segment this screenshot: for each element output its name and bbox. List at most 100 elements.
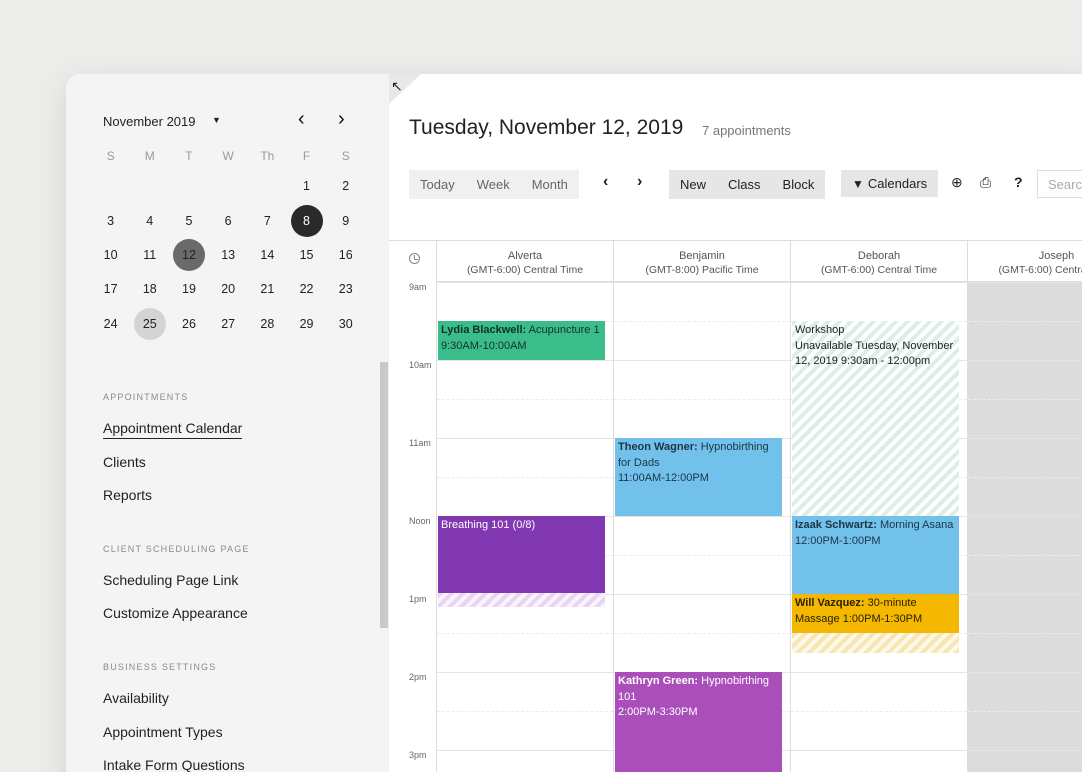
- hour-gridline: [968, 594, 1082, 595]
- month-view-button[interactable]: Month: [521, 170, 579, 199]
- week-view-button[interactable]: Week: [466, 170, 521, 199]
- today-button[interactable]: Today: [409, 170, 466, 199]
- calendar-day-number: 6: [224, 213, 232, 228]
- calendar-day[interactable]: 3: [91, 203, 130, 237]
- calendar-day[interactable]: 16: [326, 238, 365, 272]
- calendar-day-number: 14: [260, 247, 275, 262]
- staff-column-joseph[interactable]: Joseph (GMT-6:00) Central Time: [968, 241, 1082, 772]
- calendar-day-number: [212, 170, 244, 202]
- appointment-izaak-schwartz[interactable]: Izaak Schwartz: Morning Asana 12:00PM-1:…: [792, 516, 959, 594]
- calendar-day[interactable]: 20: [209, 272, 248, 306]
- calendar-day[interactable]: 4: [130, 203, 169, 237]
- calendar-day-number: 5: [185, 213, 193, 228]
- calendar-day[interactable]: 1: [287, 169, 326, 203]
- appointment-lydia-blackwell[interactable]: Lydia Blackwell: Acupuncture 1 9:30AM-10…: [438, 321, 605, 360]
- calendar-day[interactable]: 25: [130, 307, 169, 341]
- half-hour-gridline: [968, 399, 1082, 400]
- calendar-day[interactable]: 29: [287, 307, 326, 341]
- calendar-day-number: [173, 170, 205, 202]
- staff-column-alverta[interactable]: Alverta (GMT-6:00) Central Time Lydia Bl…: [437, 241, 614, 772]
- calendar-weeks: 1 2 3 4 5 6 7 8 9 10 11 12 13 14 15 16 17 18 19 20 21 22 23 24 2…: [91, 169, 366, 341]
- calendar-next-month[interactable]: ›: [338, 108, 345, 131]
- nav-scheduling-page-link[interactable]: Scheduling Page Link: [103, 572, 238, 588]
- calendar-day[interactable]: 12: [169, 238, 208, 272]
- calendar-month-label[interactable]: November 2019: [103, 114, 196, 129]
- zoom-in-icon[interactable]: ⊕: [951, 174, 963, 191]
- day-grid: 9am 10am 11am Noon 1pm 2pm 3pm Alverta (…: [389, 240, 1082, 772]
- calendar-day-number: 24: [103, 316, 118, 331]
- prev-day-button[interactable]: ‹: [603, 173, 608, 191]
- staff-name: Deborah: [857, 250, 901, 262]
- calendar-empty-day: [169, 169, 208, 203]
- event-client: Kathryn Green:: [618, 675, 699, 687]
- new-class-button[interactable]: Class: [717, 170, 772, 199]
- nav-clients[interactable]: Clients: [103, 454, 146, 470]
- nav-appointment-calendar[interactable]: Appointment Calendar: [103, 420, 243, 439]
- calendar-day[interactable]: 11: [130, 238, 169, 272]
- calendar-day[interactable]: 15: [287, 238, 326, 272]
- calendar-day[interactable]: 7: [248, 203, 287, 237]
- help-button[interactable]: ?: [1014, 174, 1023, 190]
- new-appointment-button[interactable]: New: [669, 170, 717, 199]
- staff-column-deborah[interactable]: Deborah (GMT-6:00) Central Time Workshop…: [791, 241, 968, 772]
- calendar-day[interactable]: 30: [326, 307, 365, 341]
- class-breathing-101[interactable]: Breathing 101 (0/8): [438, 516, 605, 593]
- nav-customize-appearance[interactable]: Customize Appearance: [103, 605, 248, 621]
- appointment-kathryn-green[interactable]: Kathryn Green: Hypnobirthing 101 2:00PM-…: [615, 672, 782, 772]
- calendar-day[interactable]: 28: [248, 307, 287, 341]
- staff-column-benjamin[interactable]: Benjamin (GMT-8:00) Pacific Time Theon W…: [614, 241, 791, 772]
- event-time: 9:30AM-10:00AM: [441, 339, 527, 352]
- calendar-prev-month[interactable]: ‹: [298, 108, 305, 131]
- calendar-day[interactable]: 17: [91, 272, 130, 306]
- print-icon[interactable]: ⎙: [980, 174, 991, 191]
- half-hour-gridline: [968, 321, 1082, 322]
- calendar-day[interactable]: 9: [326, 203, 365, 237]
- calendar-day[interactable]: 10: [91, 238, 130, 272]
- event-time: 1:00PM-1:30PM: [842, 612, 923, 625]
- event-title: Workshop: [795, 324, 845, 336]
- calendar-day-number: 4: [146, 213, 154, 228]
- appointment-will-vazquez[interactable]: Will Vazquez: 30-minute Massage 1:00PM-1…: [792, 594, 959, 633]
- calendar-day[interactable]: 2: [326, 169, 365, 203]
- section-heading-business-settings: BUSINESS SETTINGS: [103, 662, 217, 672]
- staff-timezone: (GMT-6:00) Central Time: [998, 264, 1082, 276]
- week-row: 17 18 19 20 21 22 23: [91, 272, 366, 306]
- weekday-row: S M T W Th F S: [91, 149, 366, 169]
- hour-gridline: [968, 750, 1082, 751]
- next-day-button[interactable]: ›: [637, 173, 642, 191]
- hour-gridline: [968, 516, 1082, 517]
- calendar-day[interactable]: 14: [248, 238, 287, 272]
- expand-icon[interactable]: ↖: [391, 78, 403, 95]
- block-time-button[interactable]: Block: [772, 170, 826, 199]
- nav-appointment-types[interactable]: Appointment Types: [103, 724, 223, 740]
- hour-gridline: [968, 672, 1082, 673]
- nav-intake-form-questions[interactable]: Intake Form Questions: [103, 757, 245, 772]
- event-title: Breathing 101 (0/8): [441, 519, 536, 531]
- calendar-day[interactable]: 19: [169, 272, 208, 306]
- calendar-day[interactable]: 22: [287, 272, 326, 306]
- calendar-day[interactable]: 26: [169, 307, 208, 341]
- time-label: 2pm: [409, 672, 427, 682]
- calendar-day[interactable]: 21: [248, 272, 287, 306]
- nav-availability[interactable]: Availability: [103, 690, 169, 706]
- calendar-day[interactable]: 18: [130, 272, 169, 306]
- half-hour-gridline: [437, 477, 613, 478]
- half-hour-gridline: [614, 555, 790, 556]
- sidebar-scrollbar[interactable]: [380, 362, 388, 628]
- calendar-day[interactable]: 6: [209, 203, 248, 237]
- calendars-filter-button[interactable]: ▼ Calendars: [841, 170, 939, 197]
- calendar-day[interactable]: 27: [209, 307, 248, 341]
- calendar-day[interactable]: 8: [287, 203, 326, 237]
- search-input[interactable]: [1037, 170, 1082, 198]
- blocked-time-workshop[interactable]: Workshop Unavailable Tuesday, November 1…: [792, 321, 959, 516]
- nav-reports[interactable]: Reports: [103, 487, 152, 503]
- calendar-day-number: 26: [182, 316, 196, 331]
- main-panel: ↖ Tuesday, November 12, 2019 7 appointme…: [389, 74, 1082, 772]
- calendar-day-number: 2: [342, 179, 350, 194]
- appointment-theon-wagner[interactable]: Theon Wagner: Hypnobirthing for Dads 11:…: [615, 438, 782, 516]
- chevron-down-icon[interactable]: ▼: [212, 115, 221, 125]
- calendar-day[interactable]: 24: [91, 307, 130, 341]
- calendar-day[interactable]: 23: [326, 272, 365, 306]
- calendar-day[interactable]: 5: [169, 203, 208, 237]
- calendar-day[interactable]: 13: [209, 238, 248, 272]
